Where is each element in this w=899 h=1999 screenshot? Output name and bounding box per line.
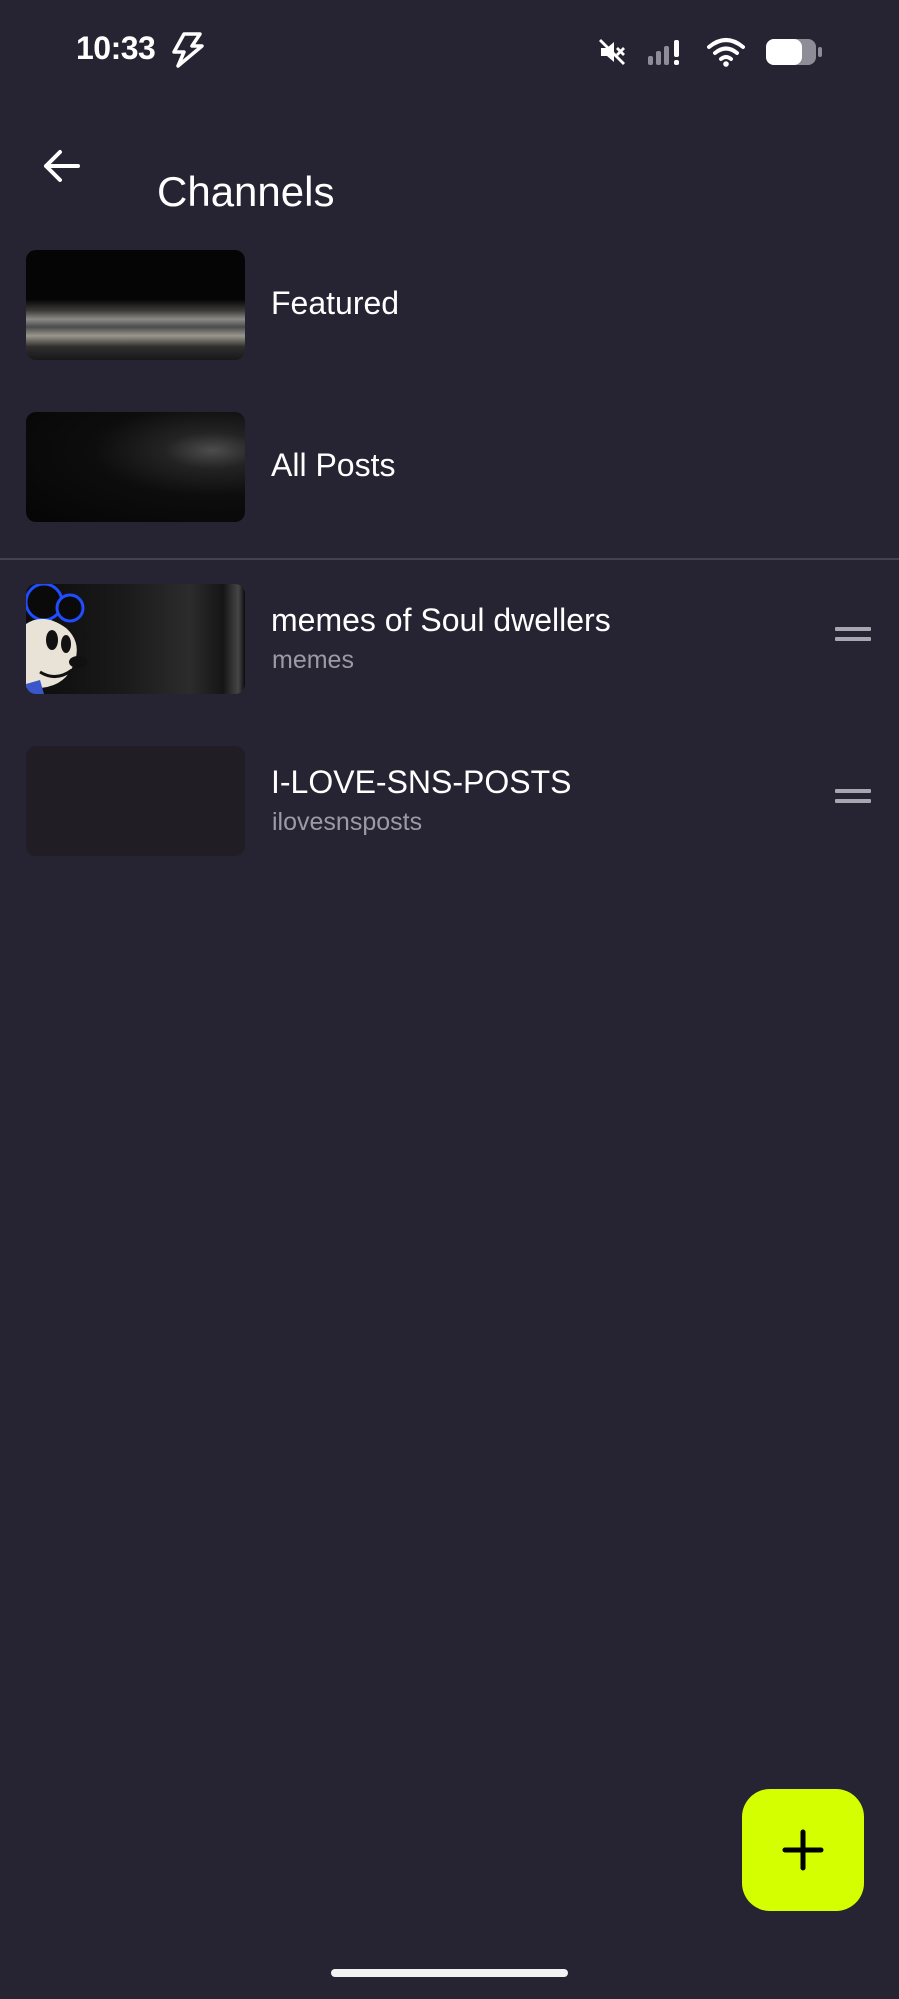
channel-row-featured[interactable]: Featured <box>0 228 899 390</box>
status-icons <box>597 30 823 74</box>
flash-icon <box>172 32 204 68</box>
drag-handle[interactable] <box>827 770 879 822</box>
status-time: 10:33 <box>76 30 156 66</box>
cell-signal-icon <box>648 40 679 65</box>
channel-thumbnail <box>26 746 245 856</box>
arrow-left-icon <box>44 150 80 182</box>
channel-list: Featured All Posts memes of Soul dweller… <box>0 228 899 886</box>
channel-row-sns-posts[interactable]: I-LOVE-SNS-POSTS ilovesnsposts <box>0 724 899 886</box>
page-title: Channels <box>157 168 335 216</box>
drag-handle[interactable] <box>827 608 879 660</box>
channel-row-all-posts[interactable]: All Posts <box>0 390 899 552</box>
back-button[interactable] <box>30 134 94 198</box>
channel-handle: memes <box>272 646 354 674</box>
channel-thumbnail <box>26 412 245 522</box>
channel-thumbnail <box>26 584 245 694</box>
channel-title: Featured <box>271 285 400 321</box>
channel-thumbnail <box>26 250 245 360</box>
channel-row-memes[interactable]: memes of Soul dwellers memes <box>0 562 899 724</box>
status-bar: 10:33 <box>0 0 899 104</box>
channel-title: All Posts <box>271 447 396 483</box>
plus-icon <box>782 1829 824 1871</box>
add-channel-button[interactable] <box>742 1789 864 1911</box>
home-indicator[interactable] <box>331 1969 568 1977</box>
app-bar: Channels <box>0 104 899 228</box>
drag-handle-icon <box>835 789 871 803</box>
mute-icon <box>599 39 625 65</box>
channel-handle: ilovesnsposts <box>272 808 423 836</box>
drag-handle-icon <box>835 627 871 641</box>
channel-title: I-LOVE-SNS-POSTS <box>271 764 572 800</box>
cartoon-mouse-image <box>26 584 87 694</box>
channel-title: memes of Soul dwellers <box>271 602 611 638</box>
battery-icon <box>766 39 822 65</box>
list-divider <box>0 558 899 560</box>
wifi-icon <box>707 38 745 67</box>
